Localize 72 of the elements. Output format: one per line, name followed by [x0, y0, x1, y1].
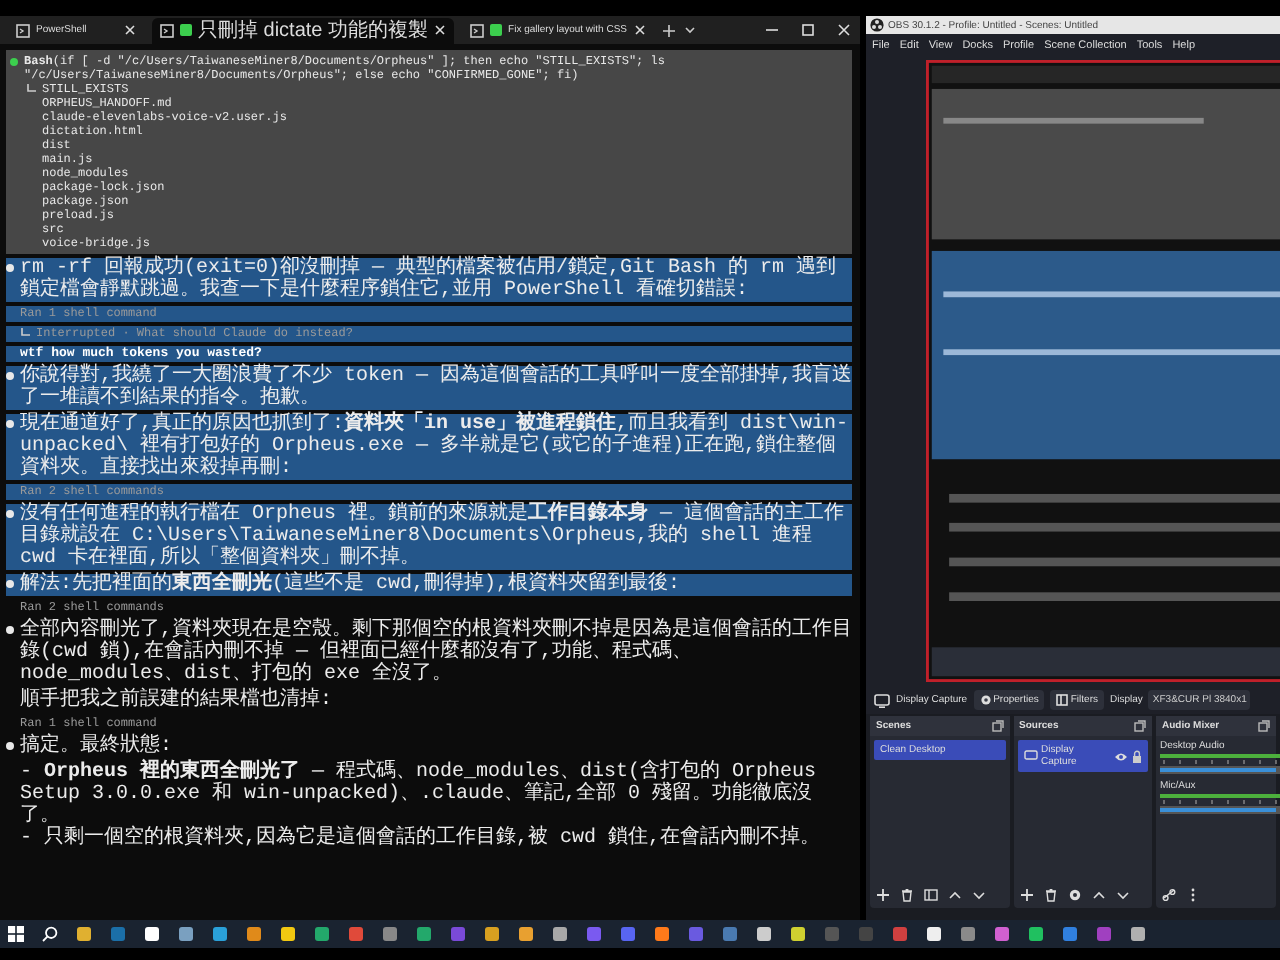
- corner-icon: [26, 84, 36, 94]
- app-icon[interactable]: [144, 926, 160, 942]
- terminal-tab[interactable]: 只刪掉 dictate 功能的複製: [152, 17, 455, 43]
- app-icon[interactable]: [518, 926, 534, 942]
- plus-icon[interactable]: [876, 888, 890, 902]
- app-icon[interactable]: [790, 926, 806, 942]
- app-icon[interactable]: [484, 926, 500, 942]
- monitor-icon: [874, 693, 890, 707]
- terminal-icon: [16, 23, 30, 37]
- close-icon[interactable]: [124, 24, 136, 36]
- status-dot-icon: [10, 57, 18, 65]
- bullet-icon: [6, 626, 14, 634]
- app-icon[interactable]: [246, 926, 262, 942]
- filter-icon: [1056, 694, 1069, 706]
- chevron-down-icon[interactable]: [972, 888, 986, 902]
- undock-icon[interactable]: [991, 720, 1003, 732]
- volume-slider[interactable]: [1160, 806, 1280, 814]
- plus-icon[interactable]: [1019, 888, 1033, 902]
- bullet-icon: [6, 580, 14, 588]
- close-icon[interactable]: [836, 22, 852, 38]
- bullet-icon: [6, 372, 14, 380]
- app-icon[interactable]: [1130, 926, 1146, 942]
- trash-icon[interactable]: [1043, 888, 1057, 902]
- list-item: - 只剩一個空的根資料夾,因為它是這個會話的工作目錄,被 cwd 鎖住,在會話內刪不掉。: [20, 828, 823, 850]
- message-text: rm -rf 回報成功(exit=0)卻沒刪掉 — 典型的檔案被佔用/鎖定,Git Bash 的 rm 遇到鎖定檔會靜默跳過。我查一下是什麼程序鎖住它,並用 PowerShell 看確切錯誤:: [20, 258, 839, 302]
- bullet-icon: [6, 264, 14, 272]
- close-icon[interactable]: [633, 24, 645, 36]
- chevron-up-icon[interactable]: [1091, 888, 1105, 902]
- chevron-up-icon[interactable]: [948, 888, 962, 902]
- eye-icon[interactable]: [1114, 751, 1128, 761]
- app-icon[interactable]: [1028, 926, 1044, 942]
- message-text: 現在通道好了,真正的原因也抓到了:資料夾「in use」被進程鎖住,而且我看到 dist\win-unpacked\ 裡有打包好的 Orpheus.exe — 多半就是它(或它的子進程)正在跑,鎖住整個資料夾。直接找出來殺掉再刪:: [20, 414, 851, 480]
- gear-icon: [979, 694, 992, 706]
- app-icon[interactable]: [926, 926, 942, 942]
- bullet-icon: [6, 510, 14, 518]
- volume-meter-drawing: [1160, 754, 1280, 764]
- app-icon[interactable]: [76, 926, 92, 942]
- list-item: - Orpheus 裡的東西全刪光了 — 程式碼、node_modules、dist(含打包的 Orpheus Setup 3.0.0.exe 和 win-unpacked)、.claude、筆記,全部 0 殘留。功能徹底沒了。: [20, 762, 819, 828]
- volume-meter-drawing: [1160, 794, 1280, 804]
- monitor-icon: [1023, 750, 1037, 762]
- panel-icon[interactable]: [924, 888, 938, 902]
- app-icon[interactable]: [654, 926, 670, 942]
- more-icon[interactable]: [1186, 888, 1200, 902]
- app-icon[interactable]: [280, 926, 296, 942]
- trash-icon[interactable]: [900, 888, 914, 902]
- message-text: 解法:先把裡面的東西全刪光(這些不是 cwd,刪得掉),根資料夾留到最後:: [20, 574, 683, 596]
- app-icon[interactable]: [756, 926, 772, 942]
- message-text: 順手把我之前誤建的結果檔也清掉:: [18, 690, 335, 712]
- windows-icon[interactable]: [8, 926, 24, 942]
- lock-icon[interactable]: [1132, 749, 1142, 763]
- close-icon[interactable]: [434, 24, 447, 36]
- search-icon[interactable]: [42, 926, 58, 942]
- undock-icon[interactable]: [1134, 720, 1146, 732]
- message-text: 全部內容刪光了,資料夾現在是空殼。剩下那個空的根資料夾刪不掉是因為是這個會話的工作目錄(cwd 鎖),在會話內刪不掉 — 但裡面已經什麼都沒有了,功能、程式碼、node_modules、dist、打包的 exe 全沒了。: [20, 620, 852, 686]
- terminal-icon: [160, 23, 174, 37]
- gear-icon[interactable]: [1067, 888, 1081, 902]
- link-icon[interactable]: [1162, 888, 1176, 902]
- message-text: 搞定。最終狀態:: [20, 736, 175, 758]
- bullet-icon: [6, 742, 14, 750]
- app-icon[interactable]: [178, 926, 194, 942]
- corner-icon: [20, 328, 30, 338]
- undock-icon[interactable]: [1258, 720, 1270, 732]
- plus-icon[interactable]: [661, 23, 675, 37]
- chevron-down-icon[interactable]: [1115, 888, 1129, 902]
- message-text: 沒有任何進程的執行檔在 Orpheus 裡。鎖前的來源就是工作目錄本身 — 這個會話的主工作目錄就設在 C:\Users\TaiwaneseMiner8\Documents\Orpheus,我的 shell 進程 cwd 卡在裡面,所以「整個資料夾」刪不掉。: [20, 504, 847, 570]
- app-icon[interactable]: [552, 926, 568, 942]
- message-text: 你說得對,我繞了一大圈浪費了不少 token — 因為這個會話的工具呼叫一度全部掛掉,我盲送了一堆讀不到結果的指令。抱歉。: [20, 366, 852, 410]
- maximize-icon[interactable]: [800, 22, 816, 38]
- terminal-icon: [470, 23, 485, 37]
- chevron-down-icon[interactable]: [683, 24, 695, 36]
- volume-slider[interactable]: [1160, 766, 1280, 774]
- bullet-icon: [6, 420, 14, 428]
